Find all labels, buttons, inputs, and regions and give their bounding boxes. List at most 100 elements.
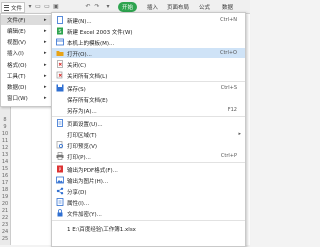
menu-save-all[interactable]: 保存所有文档(E) xyxy=(52,94,245,104)
chevron-right-icon: ▸ xyxy=(238,131,241,137)
menu-page-setup[interactable]: 页面设置(U)... xyxy=(52,118,245,128)
more-icon[interactable]: ▾ xyxy=(104,2,112,11)
menu-new-excel-2003[interactable]: S 新建 Excel 2003 文件(W) xyxy=(52,26,245,36)
menu-export-image[interactable]: 输出为图片(H)... xyxy=(52,175,245,185)
chevron-right-icon: ▸ xyxy=(44,62,47,68)
redo-icon[interactable]: ↷ xyxy=(93,2,101,11)
svg-text:S: S xyxy=(58,29,61,35)
menu-item-label: 本机上的模板(M)... xyxy=(67,41,115,47)
menu-item-label: 页面设置(U)... xyxy=(67,122,103,128)
menu-item-label: 新建(N)... xyxy=(67,19,92,25)
open-icon[interactable]: ▭ xyxy=(43,2,51,11)
menu-item-label: 输出为图片(H)... xyxy=(67,179,109,185)
page-setup-icon xyxy=(57,119,63,127)
shortcut-label: Ctrl+N xyxy=(220,17,237,23)
save-icon[interactable]: ▣ xyxy=(52,2,60,11)
menu-separator xyxy=(52,81,245,82)
tab-formula[interactable]: 公式 xyxy=(199,3,210,11)
menu-item-label: 属性(I)... xyxy=(67,201,90,207)
menu-lines-icon xyxy=(3,4,9,11)
menu-save[interactable]: 保存(S) Ctrl+S xyxy=(52,83,245,93)
menu-item-label: 关闭所有文档(L) xyxy=(67,74,108,80)
print-icon xyxy=(56,152,64,160)
properties-icon xyxy=(56,198,64,206)
print-preview-icon xyxy=(56,141,64,149)
menu-item-view[interactable]: 视图(V) ▸ xyxy=(1,37,51,47)
menu-item-label: 数据(D) xyxy=(7,85,27,91)
menu-separator xyxy=(52,116,245,117)
chevron-right-icon: ▸ xyxy=(44,73,47,79)
chevron-right-icon: ▸ xyxy=(44,17,47,23)
row-number: 20 xyxy=(1,201,9,207)
menu-open[interactable]: 打开(O)... Ctrl+O xyxy=(52,48,245,58)
menu-local-templates[interactable]: 本机上的模板(M)... xyxy=(52,37,245,47)
file-menu-button[interactable]: 文件 xyxy=(1,2,25,13)
menu-separator xyxy=(52,162,245,163)
menu-export-pdf[interactable]: P 输出为PDF格式(F)... xyxy=(52,164,245,174)
file-submenu: 新建(N)... Ctrl+N S 新建 Excel 2003 文件(W) 本机… xyxy=(51,12,246,247)
menu-properties[interactable]: 属性(I)... xyxy=(52,197,245,207)
menu-print[interactable]: 打印(P)... Ctrl+P xyxy=(52,151,245,161)
menu-item-label: 文件加密(Y)... xyxy=(67,212,102,218)
chevron-right-icon: ▸ xyxy=(44,28,47,34)
menu-item-file[interactable]: 文件(F) ▸ xyxy=(1,15,51,25)
row-number: 18 xyxy=(1,187,9,193)
row-number: 15 xyxy=(1,166,9,172)
shortcut-label: Ctrl+P xyxy=(220,153,237,159)
menu-save-as[interactable]: 另存为(A)... F12 xyxy=(52,105,245,115)
row-number: 21 xyxy=(1,208,9,214)
new-doc-icon[interactable]: ▭ xyxy=(34,2,42,11)
menu-share[interactable]: 分享(D) xyxy=(52,186,245,196)
menu-item-label: 格式(O) xyxy=(7,63,27,69)
shortcut-label: Ctrl+O xyxy=(219,50,237,56)
chevron-right-icon: ▸ xyxy=(44,50,47,56)
menu-item-tools[interactable]: 工具(T) ▸ xyxy=(1,71,51,81)
menu-recent-file[interactable]: 1 E:\百度经验\工作簿1.xlsx xyxy=(52,223,245,233)
menu-item-label: 打印区域(T) xyxy=(67,133,97,139)
shortcut-label: F12 xyxy=(227,107,237,113)
row-number: 17 xyxy=(1,180,9,186)
menu-new[interactable]: 新建(N)... Ctrl+N xyxy=(52,15,245,25)
row-number: 10 xyxy=(1,131,9,137)
menu-print-area[interactable]: 打印区域(T) ▸ xyxy=(52,129,245,139)
tab-home[interactable]: 开始 xyxy=(118,2,138,12)
undo-icon[interactable]: ↶ xyxy=(84,2,92,11)
tab-data[interactable]: 数据 xyxy=(222,3,233,11)
close-all-icon xyxy=(56,71,63,79)
row-number: 14 xyxy=(1,159,9,165)
row-number: 22 xyxy=(1,215,9,221)
menu-close-all[interactable]: 关闭所有文档(L) xyxy=(52,70,245,80)
menu-item-label: 视图(V) xyxy=(7,40,27,46)
menu-item-insert[interactable]: 插入(I) ▸ xyxy=(1,48,51,58)
excel-file-icon: S xyxy=(57,27,63,35)
recent-file-label: 1 E:\百度经验\工作簿1.xlsx xyxy=(67,227,136,233)
file-menu-label: 文件 xyxy=(10,5,22,12)
menu-item-window[interactable]: 窗口(W) ▸ xyxy=(1,93,51,103)
menu-item-format[interactable]: 格式(O) ▸ xyxy=(1,60,51,70)
tab-page-layout[interactable]: 页面布局 xyxy=(167,3,189,11)
menu-print-preview[interactable]: 打印预览(V) xyxy=(52,140,245,150)
menu-item-data[interactable]: 数据(D) ▸ xyxy=(1,82,51,92)
tab-insert[interactable]: 插入 xyxy=(147,3,158,11)
menu-item-label: 保存所有文档(E) xyxy=(67,98,108,104)
row-number: 9 xyxy=(3,124,7,130)
shortcut-label: Ctrl+S xyxy=(220,85,237,91)
main-menu: 文件(F) ▸ 编辑(E) ▸ 视图(V) ▸ 插入(I) ▸ 格式(O) ▸ … xyxy=(0,13,52,107)
row-number: 23 xyxy=(1,222,9,228)
close-doc-icon xyxy=(57,60,63,68)
menu-encrypt[interactable]: 文件加密(Y)... xyxy=(52,208,245,218)
menu-item-edit[interactable]: 编辑(E) ▸ xyxy=(1,26,51,36)
dropdown-icon[interactable]: ▾ xyxy=(26,2,34,11)
row-number: 13 xyxy=(1,152,9,158)
menu-item-label: 文件(F) xyxy=(7,18,26,24)
template-icon xyxy=(56,38,64,46)
row-number: 16 xyxy=(1,173,9,179)
row-number: 19 xyxy=(1,194,9,200)
pdf-icon: P xyxy=(57,165,63,173)
menu-close[interactable]: 关闭(C) xyxy=(52,59,245,69)
menu-separator xyxy=(52,220,245,221)
menu-item-label: 打开(O)... xyxy=(67,52,92,58)
row-number: 11 xyxy=(1,138,9,144)
row-number: 12 xyxy=(1,145,9,151)
menu-item-label: 另存为(A)... xyxy=(67,109,97,115)
